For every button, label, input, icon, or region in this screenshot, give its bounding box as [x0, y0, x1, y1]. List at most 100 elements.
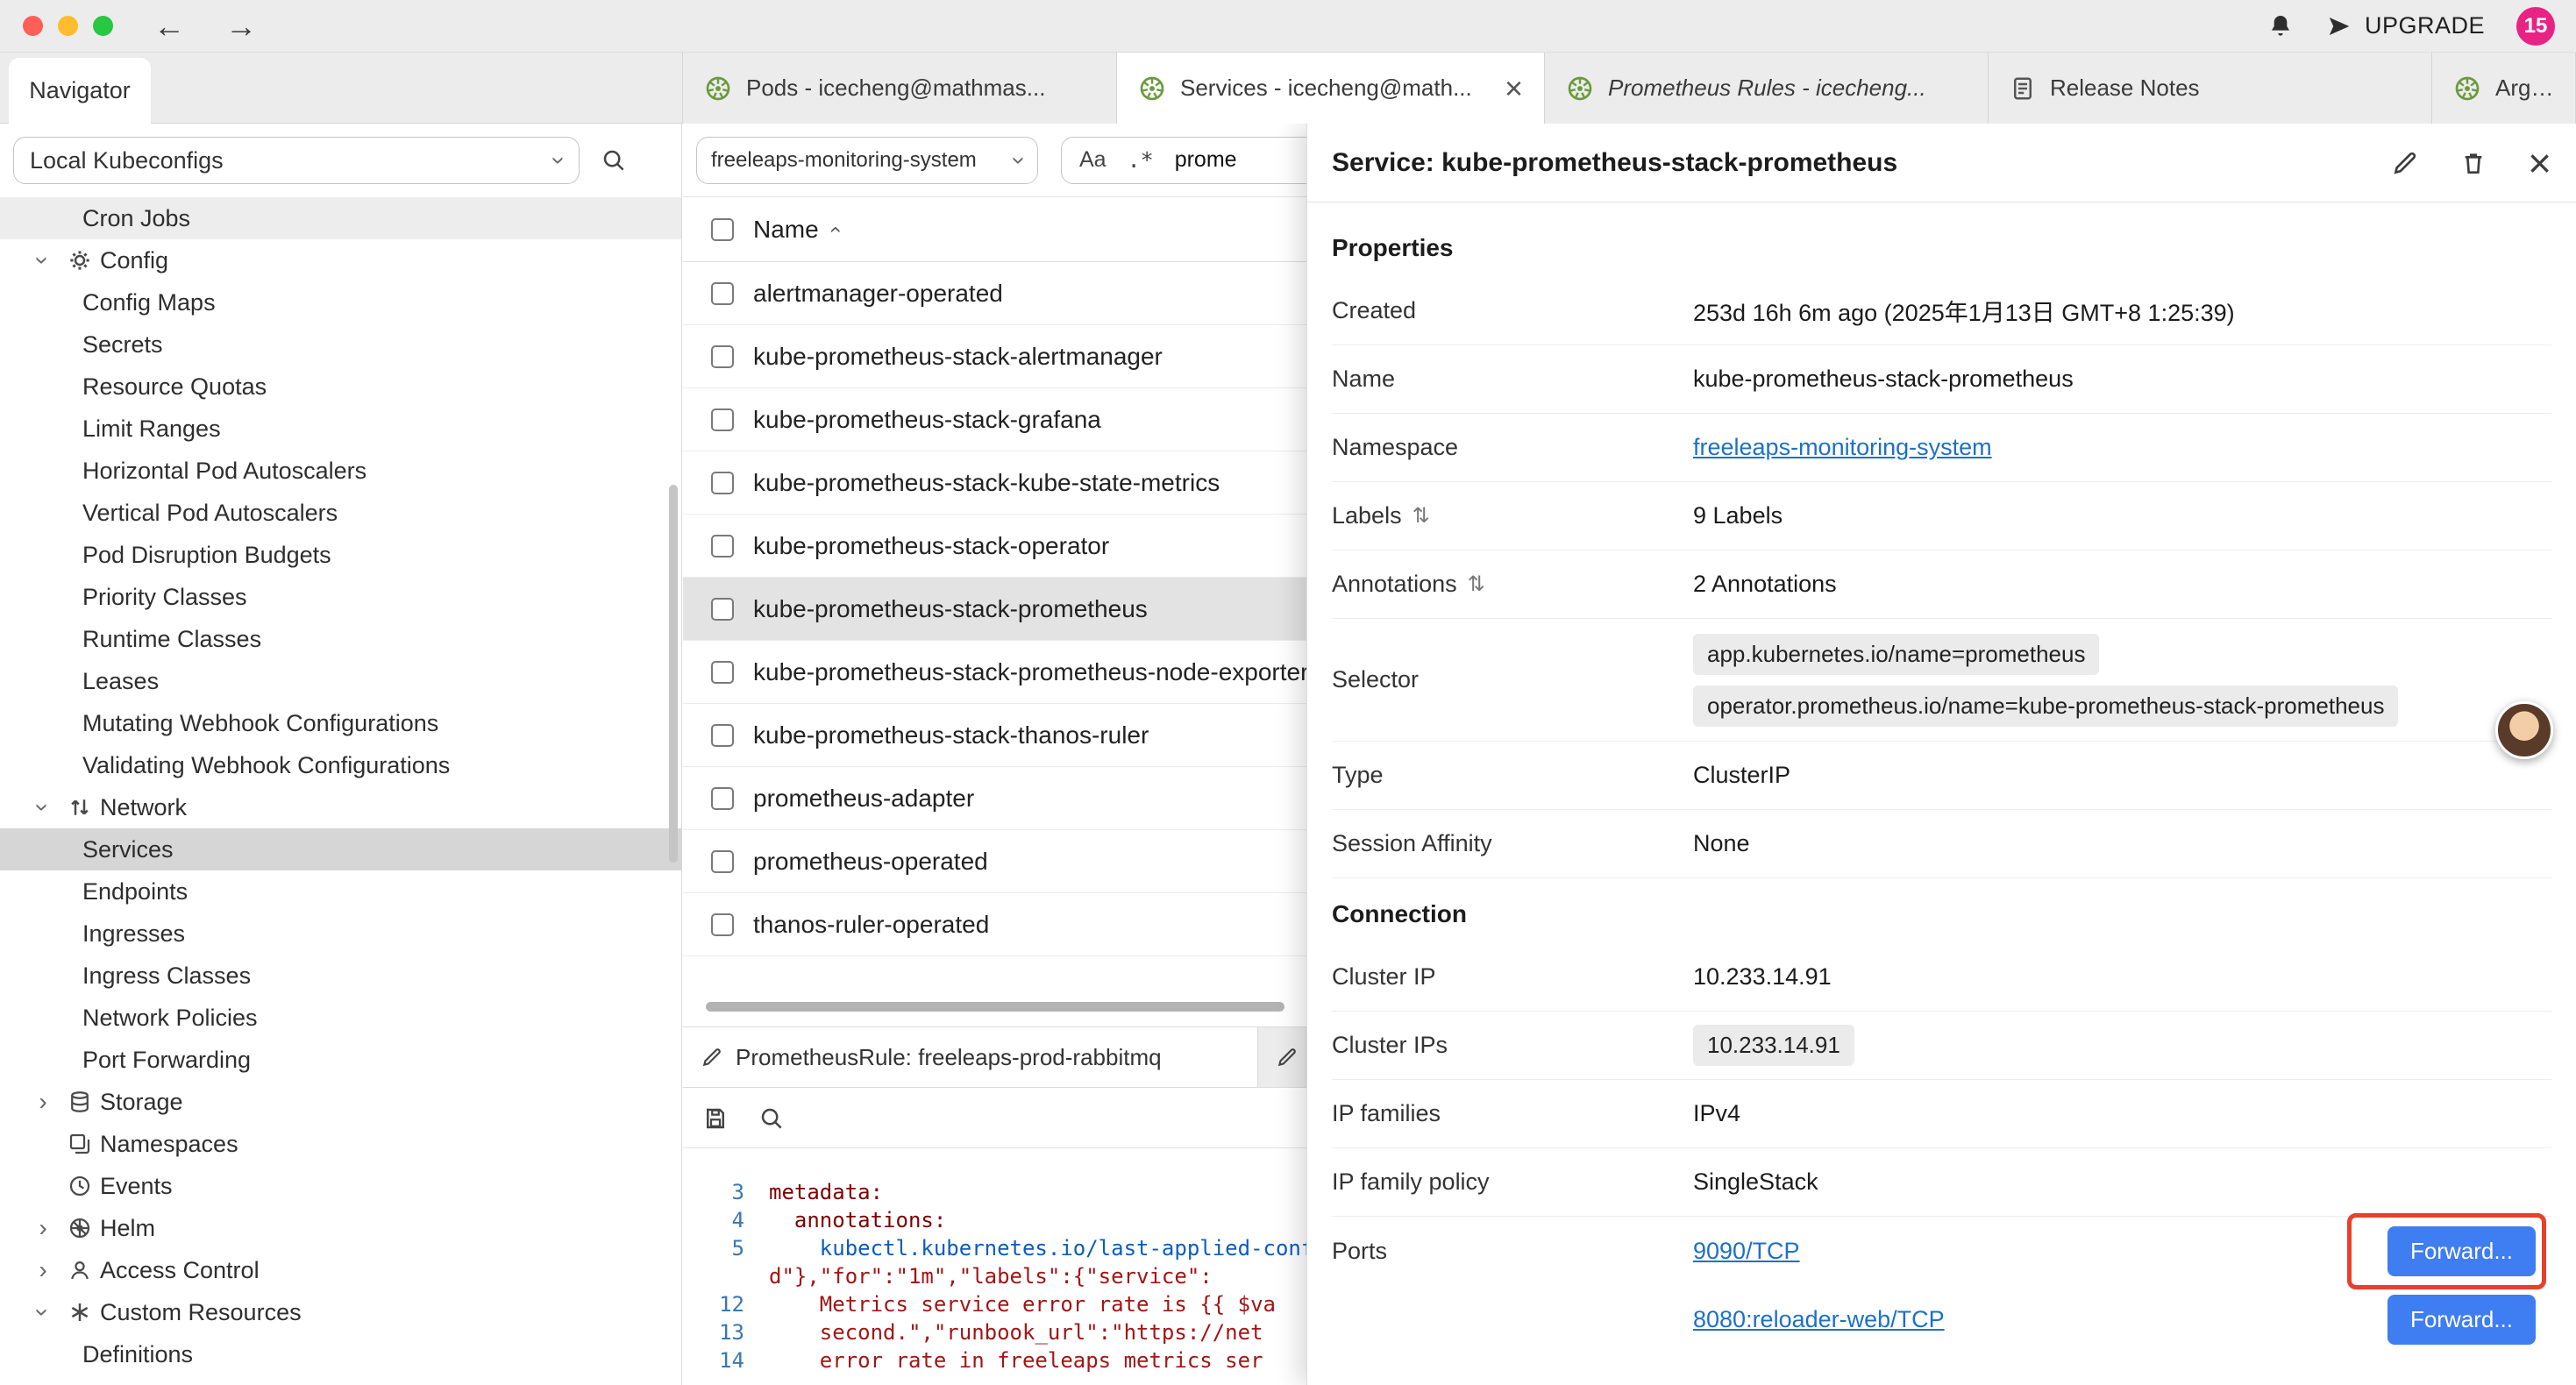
row-checkbox[interactable]: [711, 724, 734, 747]
sidebar-item-pod-disruption-budgets[interactable]: Pod Disruption Budgets: [0, 534, 681, 576]
chevron-down-icon[interactable]: ›: [31, 1308, 55, 1316]
close-window-button[interactable]: [23, 16, 43, 36]
table-row-kube-prometheus-stack-thanos-ruler[interactable]: kube-prometheus-stack-thanos-ruler: [683, 704, 1306, 767]
port-link[interactable]: 8080:reloader-web/TCP: [1693, 1306, 1945, 1333]
sidebar-item-access-control[interactable]: ›Access Control: [0, 1249, 681, 1291]
table-row-prometheus-adapter[interactable]: prometheus-adapter: [683, 767, 1306, 830]
sort-arrows-icon[interactable]: ⇅: [1468, 572, 1485, 597]
row-checkbox[interactable]: [711, 598, 734, 621]
zoom-window-button[interactable]: [93, 16, 113, 36]
kubeconfig-select[interactable]: Local Kubeconfigs ›: [13, 137, 580, 184]
row-checkbox[interactable]: [711, 282, 734, 305]
property-value: kube-prometheus-stack-prometheus: [1693, 366, 2074, 393]
sidebar-item-cron-jobs[interactable]: Cron Jobs: [0, 197, 681, 239]
sidebar-item-ingresses[interactable]: Ingresses: [0, 913, 681, 955]
table-row-kube-prometheus-stack-alertmanager[interactable]: kube-prometheus-stack-alertmanager: [683, 325, 1306, 388]
tab-release-notes[interactable]: Release Notes: [1989, 53, 2432, 124]
row-checkbox[interactable]: [711, 408, 734, 431]
tab-argo-se[interactable]: Argo Se: [2432, 53, 2576, 124]
sidebar-item-definitions[interactable]: Definitions: [0, 1333, 681, 1375]
sidebar-item-vertical-pod-autoscalers[interactable]: Vertical Pod Autoscalers: [0, 492, 681, 534]
table-row-kube-prometheus-stack-kube-state-metrics[interactable]: kube-prometheus-stack-kube-state-metrics: [683, 451, 1306, 515]
table-row-kube-prometheus-stack-grafana[interactable]: kube-prometheus-stack-grafana: [683, 388, 1306, 451]
sidebar-item-custom-resources[interactable]: ›Custom Resources: [0, 1291, 681, 1333]
sidebar-item-horizontal-pod-autoscalers[interactable]: Horizontal Pod Autoscalers: [0, 450, 681, 492]
sidebar-item-ingress-classes[interactable]: Ingress Classes: [0, 955, 681, 997]
sidebar-item-runtime-classes[interactable]: Runtime Classes: [0, 618, 681, 660]
namespace-select[interactable]: freeleaps-monitoring-system ›: [696, 137, 1038, 184]
tab-prometheus-rules-icecheng[interactable]: Prometheus Rules - icecheng...: [1545, 53, 1989, 124]
forward-arrow-icon[interactable]: →: [225, 8, 257, 45]
table-row-prometheus-operated[interactable]: prometheus-operated: [683, 830, 1306, 893]
sidebar-item-services[interactable]: Services: [0, 828, 681, 870]
save-icon[interactable]: [702, 1105, 729, 1132]
chevron-down-icon[interactable]: ›: [31, 256, 55, 264]
sidebar-item-leases[interactable]: Leases: [0, 660, 681, 702]
table-row-kube-prometheus-stack-prometheus-node-exporter[interactable]: kube-prometheus-stack-prometheus-node-ex…: [683, 641, 1306, 704]
horizontal-scrollbar[interactable]: [706, 1002, 1284, 1012]
sidebar-item-priority-classes[interactable]: Priority Classes: [0, 576, 681, 618]
search-input[interactable]: Aa .* prome: [1061, 137, 1306, 184]
sidebar-item-storage[interactable]: ›Storage: [0, 1081, 681, 1123]
chevron-right-icon[interactable]: ›: [39, 1258, 46, 1282]
port-link[interactable]: 9090/TCP: [1693, 1238, 1800, 1265]
sidebar-item-config-maps[interactable]: Config Maps: [0, 281, 681, 323]
table-row-thanos-ruler-operated[interactable]: thanos-ruler-operated: [683, 893, 1306, 956]
sidebar-item-network-policies[interactable]: Network Policies: [0, 997, 681, 1039]
sidebar-search-icon[interactable]: [601, 147, 627, 174]
navigator-tab[interactable]: Navigator: [9, 58, 151, 124]
sidebar-item-resource-quotas[interactable]: Resource Quotas: [0, 366, 681, 408]
row-checkbox[interactable]: [711, 787, 734, 810]
tab-services-icecheng-math[interactable]: Services - icecheng@math...×: [1117, 53, 1545, 124]
yaml-editor[interactable]: 3metadata:4 annotations:5 kubectl.kubern…: [683, 1148, 1306, 1385]
match-case-toggle[interactable]: Aa: [1079, 147, 1107, 173]
sort-arrows-icon[interactable]: ⇅: [1413, 503, 1430, 529]
row-checkbox[interactable]: [711, 345, 734, 368]
editor-search-icon[interactable]: [758, 1105, 785, 1132]
tab-pods-icecheng-mathmas[interactable]: Pods - icecheng@mathmas...: [682, 53, 1117, 124]
sort-caret-icon[interactable]: ›: [824, 226, 845, 233]
table-row-alertmanager-operated[interactable]: alertmanager-operated: [683, 262, 1306, 325]
notifications-bell-icon[interactable]: [2266, 12, 2295, 40]
chevron-right-icon[interactable]: ›: [39, 1216, 46, 1240]
sidebar-item-network[interactable]: ›Network: [0, 786, 681, 828]
notification-badge[interactable]: 15: [2516, 7, 2555, 46]
table-row-kube-prometheus-stack-prometheus[interactable]: kube-prometheus-stack-prometheus: [683, 578, 1306, 641]
namespace-link[interactable]: freeleaps-monitoring-system: [1693, 434, 1992, 461]
sidebar-item-namespaces[interactable]: Namespaces: [0, 1123, 681, 1165]
floating-avatar[interactable]: [2495, 701, 2553, 759]
upgrade-button[interactable]: UPGRADE: [2326, 12, 2485, 39]
row-checkbox[interactable]: [711, 472, 734, 494]
sidebar-item-events[interactable]: Events: [0, 1165, 681, 1207]
minimize-window-button[interactable]: [58, 16, 78, 36]
sidebar-item-endpoints[interactable]: Endpoints: [0, 870, 681, 913]
editor-tab-prometheusrule-freeleaps-prod-rabbitmq[interactable]: PrometheusRule: freeleaps-prod-rabbitmq: [683, 1027, 1258, 1087]
back-arrow-icon[interactable]: ←: [153, 8, 185, 45]
row-checkbox[interactable]: [711, 913, 734, 936]
sidebar-item-config[interactable]: ›Config: [0, 239, 681, 281]
sidebar-scrollbar[interactable]: [669, 485, 678, 863]
row-checkbox[interactable]: [711, 661, 734, 684]
property-row-session-affinity: Session AffinityNone: [1332, 810, 2551, 878]
sidebar-item-secrets[interactable]: Secrets: [0, 323, 681, 366]
forward-button[interactable]: Forward...: [2387, 1226, 2536, 1276]
name-column-header[interactable]: Name: [753, 216, 819, 244]
delete-trash-icon[interactable]: [2459, 149, 2487, 177]
chevron-right-icon[interactable]: ›: [39, 1090, 46, 1114]
select-all-checkbox[interactable]: [711, 218, 734, 241]
sidebar-item-helm[interactable]: ›Helm: [0, 1207, 681, 1249]
sidebar-item-mutating-webhook-configurations[interactable]: Mutating Webhook Configurations: [0, 702, 681, 744]
sidebar-item-validating-webhook-configurations[interactable]: Validating Webhook Configurations: [0, 744, 681, 786]
close-icon[interactable]: ×: [2528, 143, 2551, 183]
edit-pencil-icon[interactable]: [2391, 149, 2419, 177]
tab-close-icon[interactable]: ×: [1505, 73, 1523, 104]
editor-tab-stub[interactable]: [1258, 1027, 1306, 1087]
forward-button[interactable]: Forward...: [2387, 1295, 2536, 1345]
chevron-down-icon[interactable]: ›: [31, 803, 55, 811]
sidebar-item-port-forwarding[interactable]: Port Forwarding: [0, 1039, 681, 1081]
sidebar-item-limit-ranges[interactable]: Limit Ranges: [0, 408, 681, 450]
row-checkbox[interactable]: [711, 535, 734, 558]
table-row-kube-prometheus-stack-operator[interactable]: kube-prometheus-stack-operator: [683, 515, 1306, 578]
row-checkbox[interactable]: [711, 850, 734, 873]
regex-toggle[interactable]: .*: [1128, 147, 1154, 173]
